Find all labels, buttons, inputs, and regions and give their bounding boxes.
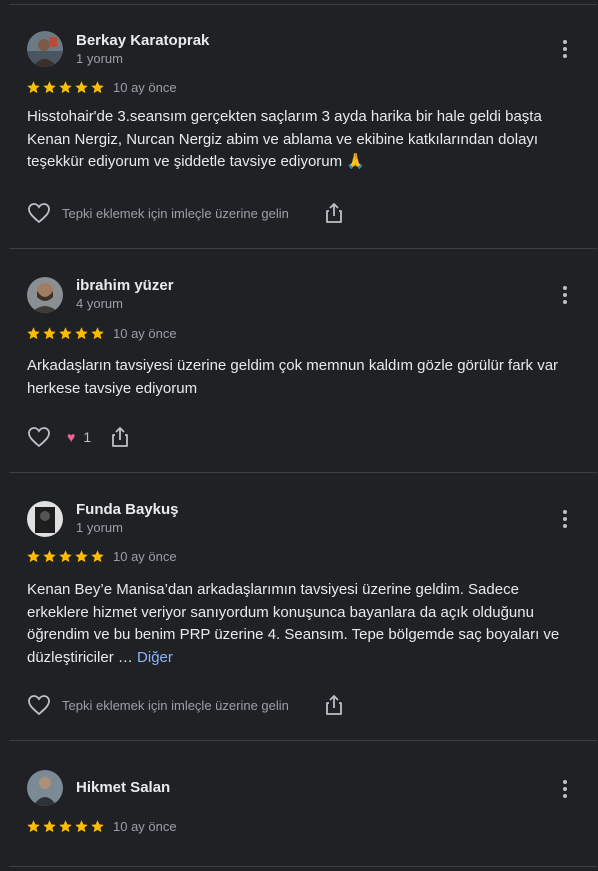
star-icon bbox=[59, 550, 72, 563]
more-options-button[interactable] bbox=[555, 778, 575, 800]
avatar[interactable] bbox=[27, 31, 63, 67]
share-button[interactable] bbox=[325, 694, 343, 716]
reaction-hint: Tepki eklemek için imleçle üzerine gelin bbox=[62, 697, 289, 713]
star-icon bbox=[27, 550, 40, 563]
heart-reaction-icon: ♥ bbox=[67, 429, 76, 445]
avatar[interactable] bbox=[27, 277, 63, 313]
star-icon bbox=[43, 327, 56, 340]
review-actions: Tepki eklemek için imleçle üzerine gelin bbox=[27, 202, 343, 224]
star-icon bbox=[59, 327, 72, 340]
more-options-button[interactable] bbox=[555, 38, 575, 60]
review-card: Berkay Karatoprak 1 yorum 10 ay önce His… bbox=[9, 5, 597, 249]
star-icon bbox=[75, 820, 88, 833]
review-actions: ♥ 1 bbox=[27, 426, 129, 448]
star-icon bbox=[75, 81, 88, 94]
review-card: Funda Baykuş 1 yorum 10 ay önce Kenan Be… bbox=[9, 473, 597, 741]
star-icon bbox=[91, 327, 104, 340]
reaction-count: 1 bbox=[83, 429, 92, 445]
review-card: ibrahim yüzer 4 yorum 10 ay önce Arkadaş… bbox=[9, 249, 597, 473]
star-icon bbox=[91, 550, 104, 563]
review-date: 10 ay önce bbox=[113, 549, 177, 564]
review-text: Kenan Bey’e Manisa’dan arkadaşlarımın ta… bbox=[27, 579, 575, 669]
star-icon bbox=[91, 820, 104, 833]
star-icon bbox=[43, 550, 56, 563]
avatar[interactable] bbox=[27, 770, 63, 806]
review-text-body: Kenan Bey’e Manisa’dan arkadaşlarımın ta… bbox=[27, 581, 560, 666]
share-icon bbox=[325, 203, 342, 223]
review-card: Hikmet Salan 10 ay önce bbox=[9, 741, 597, 867]
share-icon bbox=[112, 427, 129, 447]
reviewer-name[interactable]: Hikmet Salan bbox=[76, 779, 170, 796]
reaction-hint: Tepki eklemek için imleçle üzerine gelin bbox=[62, 205, 289, 221]
review-count: 1 yorum bbox=[76, 520, 123, 535]
reviews-panel: Berkay Karatoprak 1 yorum 10 ay önce His… bbox=[9, 0, 597, 871]
review-text: Hisstohair'de 3.seansım gerçekten saçlar… bbox=[27, 108, 542, 170]
share-icon bbox=[325, 695, 342, 715]
more-vert-icon bbox=[563, 780, 567, 784]
share-button[interactable] bbox=[111, 426, 129, 448]
more-options-button[interactable] bbox=[555, 284, 575, 306]
like-button[interactable] bbox=[27, 202, 51, 224]
star-icon bbox=[43, 820, 56, 833]
review-actions: Tepki eklemek için imleçle üzerine gelin bbox=[27, 694, 343, 716]
star-icon bbox=[43, 81, 56, 94]
star-rating bbox=[26, 819, 105, 834]
review-text: Arkadaşların tavsiyesi üzerine geldim ço… bbox=[27, 357, 559, 397]
like-button[interactable] bbox=[27, 426, 51, 448]
star-icon bbox=[27, 81, 40, 94]
read-more-link[interactable]: Diğer bbox=[137, 649, 173, 666]
review-date: 10 ay önce bbox=[113, 326, 177, 341]
star-icon bbox=[59, 81, 72, 94]
like-button[interactable] bbox=[27, 694, 51, 716]
review-count: 1 yorum bbox=[76, 51, 123, 66]
heart-outline-icon bbox=[28, 427, 50, 448]
star-icon bbox=[59, 820, 72, 833]
more-vert-icon bbox=[563, 510, 567, 514]
star-rating bbox=[26, 549, 105, 564]
avatar[interactable] bbox=[27, 501, 63, 537]
review-date: 10 ay önce bbox=[113, 819, 177, 834]
star-icon bbox=[75, 550, 88, 563]
more-options-button[interactable] bbox=[555, 508, 575, 530]
star-icon bbox=[27, 820, 40, 833]
star-icon bbox=[27, 327, 40, 340]
review-count: 4 yorum bbox=[76, 296, 123, 311]
star-rating bbox=[26, 80, 105, 95]
reviewer-name[interactable]: Funda Baykuş bbox=[76, 501, 179, 518]
share-button[interactable] bbox=[325, 202, 343, 224]
reviewer-name[interactable]: ibrahim yüzer bbox=[76, 277, 174, 294]
more-vert-icon bbox=[563, 286, 567, 290]
reaction-chip[interactable]: ♥ 1 bbox=[67, 429, 91, 445]
heart-outline-icon bbox=[28, 203, 50, 224]
reviewer-name[interactable]: Berkay Karatoprak bbox=[76, 32, 209, 49]
star-rating bbox=[26, 326, 105, 341]
heart-outline-icon bbox=[28, 695, 50, 716]
more-vert-icon bbox=[563, 40, 567, 44]
star-icon bbox=[75, 327, 88, 340]
review-date: 10 ay önce bbox=[113, 80, 177, 95]
star-icon bbox=[91, 81, 104, 94]
